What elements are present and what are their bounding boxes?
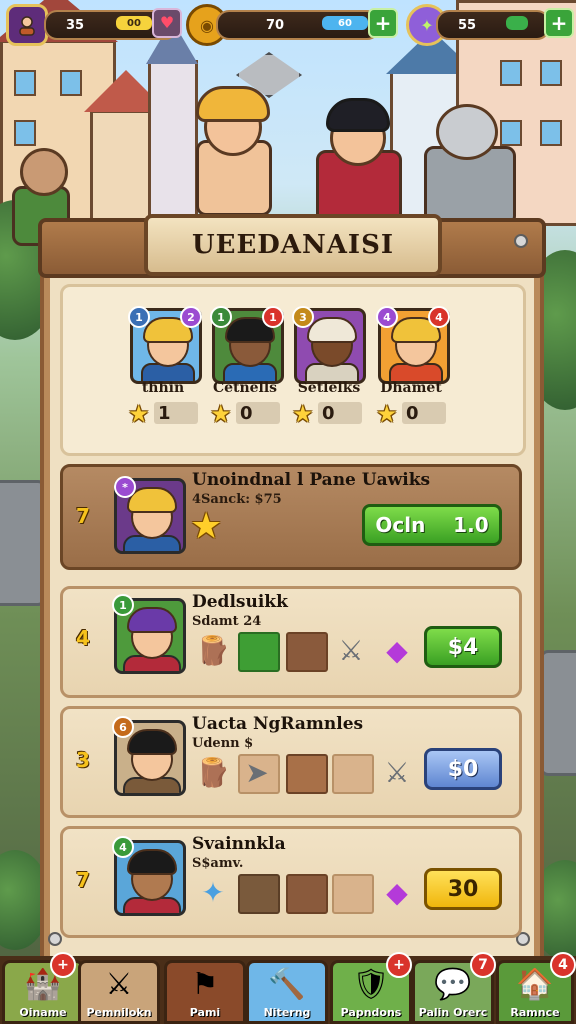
- star-icon: ★: [190, 506, 223, 547]
- team-hero-stars: ★ 0: [292, 400, 362, 428]
- nav-label: Oiname: [19, 1006, 67, 1019]
- gold-value: 70: [266, 17, 285, 33]
- nav-label: Ramnce: [510, 1006, 560, 1019]
- star-icon: ★: [376, 400, 398, 428]
- dagger-icon: ⚔: [338, 633, 364, 667]
- nav-badge: 7: [470, 952, 496, 978]
- offer-title: Uacta NgRamnles: [192, 714, 364, 734]
- team-hero-stars: ★ 1: [128, 400, 198, 428]
- hero-warrior-art: [300, 90, 410, 226]
- nav-label: Pami: [189, 1006, 221, 1019]
- offer-subtitle: S$amv.: [192, 856, 244, 871]
- nav-badge: +: [386, 952, 412, 978]
- level-badge: 4: [376, 306, 398, 328]
- buy-button[interactable]: $0: [424, 748, 502, 790]
- offer-title: Svainnkla: [192, 834, 286, 854]
- row-rank: 4: [76, 626, 90, 650]
- claim-button[interactable]: Ocln 1.0: [362, 504, 502, 546]
- rank-badge: 2: [180, 306, 202, 328]
- add-gold-button[interactable]: +: [368, 8, 398, 38]
- level-badge: 3: [292, 306, 314, 328]
- offer-subtitle: Udenn $: [192, 736, 254, 751]
- level-badge: 1: [128, 306, 150, 328]
- class-badge: 6: [112, 716, 134, 738]
- rank-badge: 1: [262, 306, 284, 328]
- item-slot[interactable]: [332, 754, 374, 794]
- level-badge: 1: [210, 306, 232, 328]
- item-slot[interactable]: [332, 874, 374, 914]
- star-count: 0: [318, 402, 362, 424]
- hammer-icon: 🔨: [268, 967, 306, 1002]
- team-hero-name: Cetnells: [212, 380, 278, 396]
- nav-label: Niterng: [263, 1006, 311, 1019]
- star-icon: ★: [210, 400, 232, 428]
- buy-button[interactable]: 30: [424, 868, 502, 910]
- star-count: 0: [236, 402, 280, 424]
- add-gems-button[interactable]: +: [544, 8, 574, 38]
- gem-value: 55: [458, 17, 477, 33]
- gem-icon: ◆: [386, 875, 408, 909]
- gold-pill: 60: [322, 16, 368, 30]
- offer-subtitle: 4Sanck: $75: [192, 492, 282, 507]
- club-icon: 🪵: [195, 755, 231, 789]
- rank-badge: 4: [428, 306, 450, 328]
- level-value: 35: [66, 17, 85, 33]
- offer-title: Dedlsuikk: [192, 592, 288, 612]
- nav-tab-weapons[interactable]: 🔨 Niterng: [246, 960, 328, 1024]
- offer-subtitle: Sdamt 24: [192, 614, 262, 629]
- top-hud: 35 00 ♥ ◉ 70 60 + ✦ 55 +: [0, 0, 576, 48]
- class-badge: 1: [112, 594, 134, 616]
- shuriken-icon: ✦: [201, 875, 225, 909]
- nav-badge: +: [50, 952, 76, 978]
- team-hero-name: Setlelks: [297, 380, 361, 396]
- nav-label: Papndons: [340, 1006, 402, 1019]
- nail-icon: [514, 234, 528, 248]
- star-count: 0: [402, 402, 446, 424]
- gem-pill: [506, 16, 528, 30]
- item-slot[interactable]: [286, 754, 328, 794]
- offer-title: Unoindnal l Pane Uawiks: [192, 470, 431, 490]
- item-slot[interactable]: [238, 874, 280, 914]
- item-slot[interactable]: [238, 632, 280, 672]
- star-icon: ★: [128, 400, 150, 428]
- nav-badge: 4: [550, 952, 576, 978]
- nav-tab-team[interactable]: ⚑ Pami: [164, 960, 246, 1024]
- nail-icon: [48, 932, 62, 946]
- club-icon: 🪵: [195, 633, 231, 667]
- panel-title: UEEDANAISI: [144, 214, 442, 276]
- hero-barbarian-art: [176, 52, 302, 220]
- nav-label: Palin Orerc: [418, 1006, 488, 1019]
- item-slot[interactable]: [286, 874, 328, 914]
- row-rank: 3: [76, 748, 90, 772]
- star-icon: ★: [292, 400, 314, 428]
- class-badge: 4: [112, 836, 134, 858]
- team-hero-name: thhin: [141, 380, 185, 396]
- banner-icon: ⚑: [191, 967, 219, 1002]
- star-count: 1: [154, 402, 198, 424]
- gem-bar: 55: [436, 10, 550, 40]
- hearts-icon[interactable]: ♥: [152, 8, 182, 38]
- crossed-swords-icon: ⚔: [105, 967, 133, 1002]
- player-profile-icon[interactable]: [6, 4, 48, 46]
- dagger-icon: ⚔: [384, 755, 410, 789]
- team-hero-name: Dhamet: [380, 380, 442, 396]
- class-badge: *: [114, 476, 136, 498]
- item-slot[interactable]: [286, 632, 328, 672]
- gem-icon: ◆: [386, 633, 408, 667]
- xp-pill: 00: [116, 16, 152, 30]
- buy-button[interactable]: $4: [424, 626, 502, 668]
- nav-tab-heroes[interactable]: ⚔ Pemnilokn: [78, 960, 160, 1024]
- hero-wolf-knight-art: [410, 90, 520, 226]
- team-hero-stars: ★ 0: [210, 400, 280, 428]
- team-hero-stars: ★ 0: [376, 400, 446, 428]
- row-rank: 7: [76, 504, 90, 528]
- nav-label: Pemnilokn: [86, 1006, 152, 1019]
- arrowhead-icon: ➤: [245, 755, 269, 789]
- row-rank: 7: [76, 868, 90, 892]
